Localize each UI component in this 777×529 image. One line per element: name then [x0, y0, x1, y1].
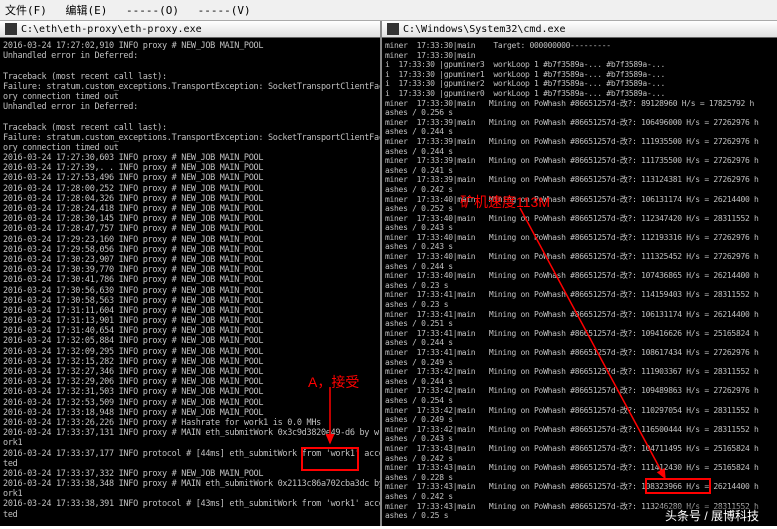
highlight-box-hashrate	[645, 478, 711, 494]
right-title: C:\Windows\System32\cmd.exe	[403, 24, 566, 35]
watermark: 头条号 / 展博科技	[657, 505, 767, 526]
left-title: C:\eth\eth-proxy\eth-proxy.exe	[21, 24, 202, 35]
right-console-window: C:\Windows\System32\cmd.exe miner 17:33:…	[382, 21, 777, 526]
highlight-box-accept	[301, 447, 359, 471]
menu-edit[interactable]: 编辑(E)	[66, 4, 108, 17]
menu-view[interactable]: -----(V)	[198, 4, 251, 17]
menu-opt[interactable]: -----(O)	[126, 4, 179, 17]
cmd-icon	[387, 23, 399, 35]
menu-file[interactable]: 文件(F)	[5, 4, 47, 17]
right-titlebar[interactable]: C:\Windows\System32\cmd.exe	[382, 21, 777, 38]
menu-bar[interactable]: 文件(F) 编辑(E) -----(O) -----(V)	[0, 0, 777, 21]
left-titlebar[interactable]: C:\eth\eth-proxy\eth-proxy.exe	[0, 21, 380, 38]
cmd-icon	[5, 23, 17, 35]
right-console-output[interactable]: miner 17:33:30|main Target: 000000000---…	[382, 38, 777, 524]
